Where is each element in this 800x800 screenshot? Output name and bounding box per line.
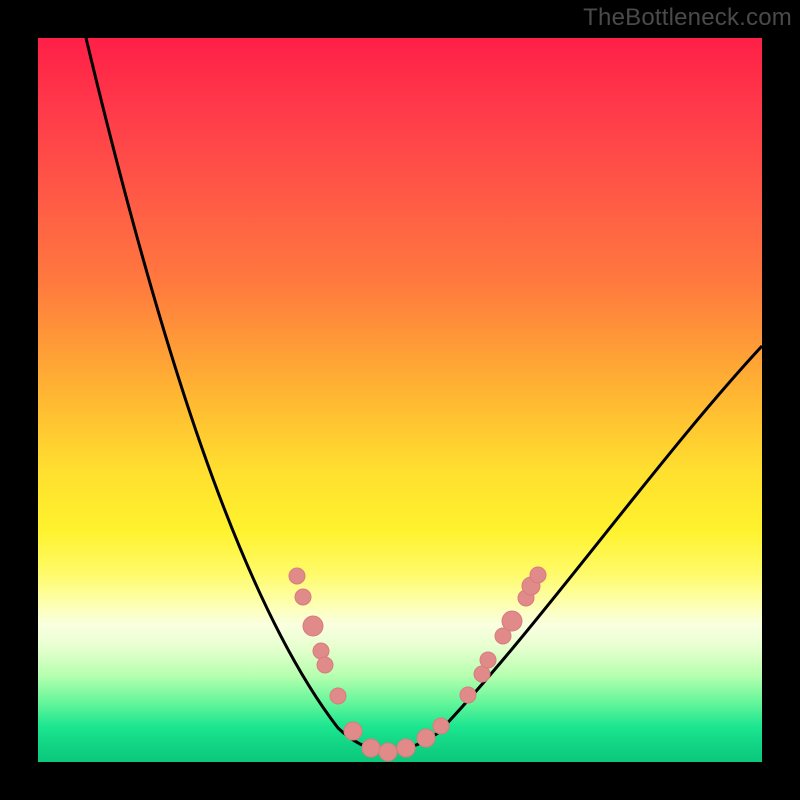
curve-marker: [303, 616, 323, 636]
curve-marker: [344, 722, 362, 740]
curve-marker: [460, 687, 476, 703]
curve-marker: [330, 688, 346, 704]
gradient-plot-area: [38, 38, 762, 762]
curve-marker: [502, 611, 522, 631]
curve-marker: [295, 589, 311, 605]
curve-marker: [417, 729, 435, 747]
curve-marker: [530, 567, 546, 583]
watermark-text: TheBottleneck.com: [583, 4, 792, 32]
curve-marker: [313, 643, 329, 659]
curve-markers: [289, 567, 546, 761]
curve-marker: [317, 657, 333, 673]
curve-marker: [397, 739, 415, 757]
bottleneck-curve: [86, 38, 762, 751]
curve-marker: [362, 739, 380, 757]
chart-frame: TheBottleneck.com: [0, 0, 800, 800]
curve-marker: [289, 568, 305, 584]
curve-marker: [480, 652, 496, 668]
curve-marker: [379, 743, 397, 761]
curve-marker: [433, 718, 449, 734]
curve-layer: [38, 38, 762, 762]
